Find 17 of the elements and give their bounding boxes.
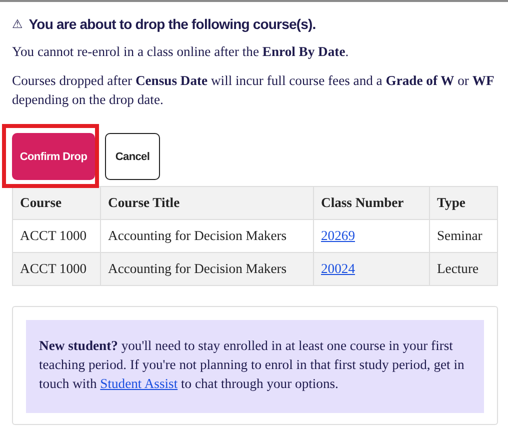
- heading: You are about to drop the following course(s).: [28, 16, 316, 32]
- warning-icon: ⚠: [12, 17, 23, 31]
- student-assist-link[interactable]: Student Assist: [100, 376, 178, 391]
- class-number-link[interactable]: 20269: [321, 228, 355, 243]
- message-text: Courses dropped after Census Date will incur full course fees and a Grade of W or WF depending on the drop date.: [12, 72, 496, 109]
- class-number-link[interactable]: 20024: [321, 261, 355, 276]
- table-cell: Lecture: [430, 252, 498, 286]
- column-header: Course: [12, 186, 100, 220]
- cancel-button[interactable]: Cancel: [105, 133, 160, 180]
- column-header: Class Number: [314, 186, 430, 220]
- note-text: New student? you'll need to stay enrolled in at least one course in your first teaching period. If you're not planning to enrol in that first study period, get in touch with Student Assist to chat through your options.: [39, 337, 466, 393]
- message-text: You cannot re-enrol in a class online after the Enrol By Date.: [12, 43, 350, 61]
- column-header: Type: [430, 186, 498, 220]
- confirm-drop-button[interactable]: Confirm Drop: [12, 133, 95, 180]
- column-header: Course Title: [100, 186, 314, 220]
- table-cell: ACCT 1000: [12, 252, 100, 286]
- table-cell: Accounting for Decision Makers: [100, 252, 314, 286]
